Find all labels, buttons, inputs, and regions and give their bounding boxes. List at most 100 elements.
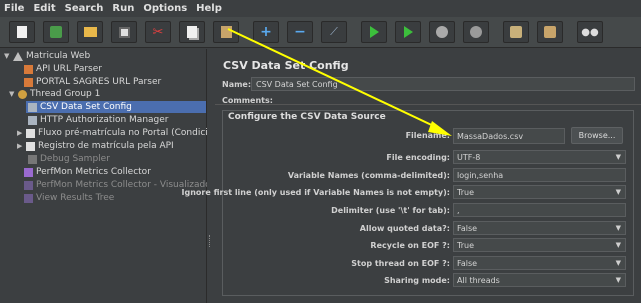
- chevron-down-icon: ▼: [615, 153, 621, 161]
- divider: [215, 104, 641, 105]
- stop-button[interactable]: [429, 21, 455, 43]
- tree-item-registro-matricula-api[interactable]: ▶ Registro de matrícula pela API: [17, 140, 174, 152]
- tree-item-fluxo-pre-matricula[interactable]: ▶ Fluxo pré-matrícula no Portal (Condicio…: [17, 127, 225, 139]
- delimiter-field[interactable]: ,: [453, 203, 626, 217]
- grip-icon: [209, 235, 213, 247]
- chevron-down-icon: ▼: [615, 276, 621, 284]
- pre-processor-icon: [24, 64, 33, 74]
- allow-quoted-data-value: False: [457, 223, 478, 233]
- splitter-handle[interactable]: [207, 49, 215, 303]
- start-no-pauses-button[interactable]: [395, 21, 421, 43]
- name-label: Name:: [222, 80, 252, 89]
- controller-icon: [26, 141, 35, 151]
- menu-edit[interactable]: Edit: [33, 3, 55, 14]
- name-field[interactable]: CSV Data Set Config: [251, 77, 635, 91]
- stop-thread-on-eof-label: Stop thread on EOF ?:: [351, 259, 450, 268]
- pre-processor-icon: [24, 77, 33, 87]
- allow-quoted-data-select[interactable]: False ▼: [453, 221, 626, 235]
- clear-all-button[interactable]: [537, 21, 563, 43]
- listener-icon: [24, 193, 33, 203]
- panel-title: CSV Data Set Config: [223, 59, 349, 72]
- menu-options[interactable]: Options: [143, 3, 187, 14]
- variable-names-field[interactable]: login,senha: [453, 168, 626, 182]
- recycle-on-eof-label: Recycle on EOF ?:: [370, 241, 450, 250]
- file-encoding-select[interactable]: UTF-8 ▼: [453, 150, 626, 164]
- open-button[interactable]: [77, 21, 103, 43]
- toggle-button[interactable]: ⟋: [321, 21, 347, 43]
- toolbar: ✂ + − ⟋ ●●: [0, 17, 641, 48]
- ignore-first-line-label: Ignore first line (only used if Variable…: [181, 188, 450, 197]
- filename-field[interactable]: MassaDados.csv: [453, 128, 565, 144]
- clear-button[interactable]: [503, 21, 529, 43]
- clear-icon: [510, 26, 522, 38]
- clear-all-icon: [544, 26, 556, 38]
- chevron-down-icon: ▼: [615, 224, 621, 232]
- menu-search[interactable]: Search: [65, 3, 104, 14]
- tree-item-api-url-parser[interactable]: API URL Parser: [24, 63, 102, 75]
- tree-item-portal-sagres-url-parser[interactable]: PORTAL SAGRES URL Parser: [24, 76, 161, 88]
- expand-triangle-icon[interactable]: ▶: [17, 129, 24, 137]
- menu-help[interactable]: Help: [196, 3, 222, 14]
- stop-thread-on-eof-value: False: [457, 258, 478, 268]
- collapse-triangle-icon[interactable]: ▼: [4, 52, 11, 60]
- collapse-button[interactable]: −: [287, 21, 313, 43]
- shutdown-button[interactable]: [463, 21, 489, 43]
- menu-run[interactable]: Run: [112, 3, 134, 14]
- cut-icon: ✂: [152, 24, 164, 40]
- expand-triangle-icon[interactable]: ▶: [17, 142, 24, 150]
- config-element-icon: [28, 102, 37, 112]
- chevron-down-icon: ▼: [615, 241, 621, 249]
- tree-item-matricula-web[interactable]: ▼ Matricula Web: [4, 50, 90, 62]
- paste-icon: [220, 26, 232, 38]
- tree-item-view-results-tree[interactable]: View Results Tree: [24, 192, 114, 204]
- new-icon: [17, 26, 27, 38]
- listener-icon: [24, 167, 33, 177]
- tree-item-csv-data-set-config[interactable]: CSV Data Set Config: [28, 101, 132, 113]
- copy-icon: [187, 26, 197, 38]
- expand-button[interactable]: +: [253, 21, 279, 43]
- chevron-down-icon: ▼: [615, 259, 621, 267]
- recycle-on-eof-select[interactable]: True ▼: [453, 238, 626, 252]
- sharing-mode-value: All threads: [457, 275, 500, 285]
- search-button[interactable]: ●●: [577, 21, 603, 43]
- sharing-mode-select[interactable]: All threads ▼: [453, 273, 626, 287]
- ignore-first-line-select[interactable]: True ▼: [453, 185, 626, 199]
- stop-thread-on-eof-select[interactable]: False ▼: [453, 256, 626, 270]
- file-encoding-label: File encoding:: [386, 153, 450, 162]
- paste-button[interactable]: [213, 21, 239, 43]
- file-encoding-value: UTF-8: [457, 152, 481, 162]
- browse-button[interactable]: Browse...: [571, 127, 623, 144]
- listener-icon: [24, 180, 33, 190]
- open-icon: [83, 27, 97, 37]
- config-element-icon: [28, 115, 37, 125]
- copy-button[interactable]: [179, 21, 205, 43]
- search-icon: ●●: [581, 26, 599, 38]
- recycle-on-eof-value: True: [457, 240, 474, 250]
- group-title: Configure the CSV Data Source: [228, 112, 386, 122]
- shutdown-icon: [470, 26, 482, 38]
- new-button[interactable]: [9, 21, 35, 43]
- stop-icon: [436, 26, 448, 38]
- save-button[interactable]: [111, 21, 137, 43]
- collapse-icon: −: [294, 24, 306, 40]
- start-button[interactable]: [361, 21, 387, 43]
- chevron-down-icon: ▼: [615, 188, 621, 196]
- allow-quoted-data-label: Allow quoted data?:: [359, 224, 450, 233]
- test-plan-icon: [13, 51, 23, 61]
- sampler-pencil-icon: [28, 154, 37, 164]
- ignore-first-line-value: True: [457, 187, 474, 197]
- tree-item-debug-sampler[interactable]: Debug Sampler: [28, 153, 110, 165]
- tree-item-thread-group-1[interactable]: ▼ Thread Group 1: [9, 88, 100, 100]
- templates-button[interactable]: [43, 21, 69, 43]
- collapse-triangle-icon[interactable]: ▼: [9, 90, 16, 98]
- gear-icon: [18, 89, 27, 99]
- menu-bar: File Edit Search Run Options Help: [0, 0, 641, 17]
- variable-names-label: Variable Names (comma-delimited):: [287, 171, 450, 180]
- tree-item-http-authorization-manager[interactable]: HTTP Authorization Manager: [28, 114, 168, 126]
- expand-icon: +: [260, 24, 272, 40]
- tree-item-perfmon-metrics-collector[interactable]: PerfMon Metrics Collector: [24, 166, 151, 178]
- menu-file[interactable]: File: [4, 3, 24, 14]
- cut-button[interactable]: ✂: [145, 21, 171, 43]
- delimiter-label: Delimiter (use '\t' for tab):: [331, 206, 450, 215]
- save-icon: [118, 26, 130, 38]
